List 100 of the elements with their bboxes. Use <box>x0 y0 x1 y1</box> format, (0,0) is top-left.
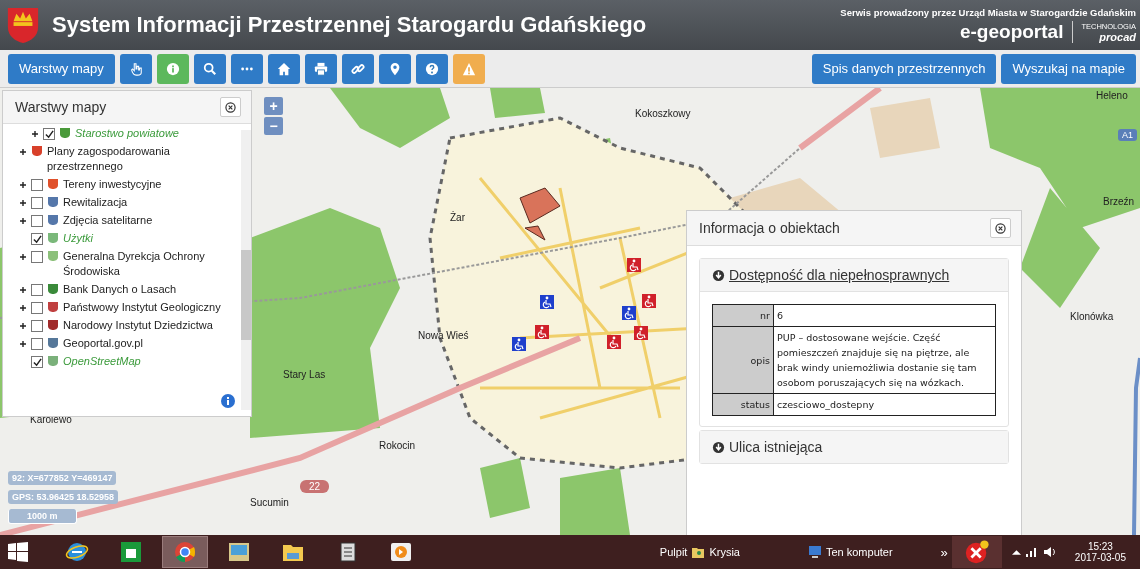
expand-icon[interactable] <box>19 148 27 156</box>
map-pin-button[interactable] <box>378 53 411 84</box>
place-label: Stary Las <box>283 369 326 380</box>
computer-icon <box>807 545 822 559</box>
expand-icon[interactable] <box>19 253 27 261</box>
layer-label[interactable]: OpenStreetMap <box>63 354 141 369</box>
printer-icon <box>313 61 328 76</box>
close-icon <box>995 222 1006 234</box>
wheelchair-marker-icon[interactable] <box>535 325 549 339</box>
place-label: Rokocin <box>379 440 416 451</box>
layer-icon <box>47 319 59 331</box>
wheelchair-marker-icon[interactable] <box>512 337 526 351</box>
layer-label[interactable]: Starostwo powiatowe <box>75 126 179 141</box>
expand-icon[interactable] <box>31 130 39 138</box>
search-button[interactable] <box>193 53 226 84</box>
expand-icon[interactable] <box>19 199 27 207</box>
layer-checkbox[interactable] <box>31 302 43 314</box>
alert-app-icon[interactable] <box>951 536 1002 568</box>
layer-label[interactable]: Narodowy Instytut Dziedzictwa <box>63 318 213 333</box>
hand-pointer-button[interactable] <box>119 53 152 84</box>
caret-up-icon[interactable] <box>1011 549 1021 555</box>
expand-icon[interactable] <box>19 181 27 189</box>
toolbar-label[interactable]: Ten komputer <box>825 546 893 558</box>
wheelchair-marker-icon[interactable] <box>627 258 641 272</box>
scrollbar[interactable] <box>241 130 251 410</box>
warning-icon <box>461 61 476 76</box>
place-label: Brzeźn <box>1103 196 1135 207</box>
panel-title: Warstwy mapy <box>15 99 107 115</box>
layer-checkbox[interactable] <box>31 215 43 227</box>
layer-checkbox[interactable] <box>43 128 55 140</box>
layer-checkbox[interactable] <box>31 179 43 191</box>
layer-checkbox[interactable] <box>31 197 43 209</box>
layer-label[interactable]: Użytki <box>63 231 93 246</box>
link-button[interactable] <box>341 53 374 84</box>
print-button[interactable] <box>304 53 337 84</box>
help-button[interactable] <box>415 53 448 84</box>
expand-icon[interactable] <box>19 217 27 225</box>
overflow-chevron[interactable]: » <box>940 544 948 560</box>
layer-checkbox[interactable] <box>31 251 43 263</box>
wheelchair-marker-icon[interactable] <box>540 295 554 309</box>
layer-checkbox[interactable] <box>31 233 43 245</box>
place-label: Heleno <box>1096 90 1128 101</box>
coordinates-readout: 92: X=677852 Y=469147 <box>8 471 117 485</box>
link-icon <box>350 61 365 76</box>
close-button[interactable] <box>220 97 241 117</box>
attribute-value: czesciowo_dostepny <box>773 393 996 416</box>
layer-label[interactable]: Zdjęcia satelitarne <box>63 213 153 228</box>
scale-bar: 1000 m <box>8 509 77 524</box>
place-label: Nowa Wieś <box>418 330 469 341</box>
layer-checkbox[interactable] <box>31 356 43 368</box>
place-label: Sucumin <box>250 497 289 508</box>
wheelchair-marker-icon[interactable] <box>607 335 621 349</box>
speaker-icon[interactable] <box>1042 545 1057 559</box>
expand-icon[interactable] <box>19 304 27 312</box>
toolbar-label[interactable]: Krysia <box>709 546 740 558</box>
close-icon <box>225 101 236 113</box>
layer-icon <box>47 214 59 226</box>
expand-icon[interactable] <box>19 340 27 348</box>
layer-label[interactable]: Państwowy Instytut Geologiczny <box>63 300 221 315</box>
layer-icon <box>47 355 59 367</box>
layer-label[interactable]: Geoportal.gov.pl <box>63 336 143 351</box>
layer-checkbox[interactable] <box>31 284 43 296</box>
layer-label[interactable]: Bank Danych o Lasach <box>63 282 177 297</box>
layers-button[interactable]: Warstwy mapy <box>8 53 115 84</box>
help-icon <box>424 61 439 76</box>
windows-start-icon[interactable] <box>8 542 28 562</box>
clock-date[interactable]: 2017-03-05 <box>1074 552 1126 563</box>
layer-checkbox[interactable] <box>31 320 43 332</box>
layer-label[interactable]: Tereny inwestycyjne <box>63 177 162 192</box>
data-catalog-button[interactable]: Spis danych przestrzennych <box>811 53 997 84</box>
layer-label[interactable]: Rewitalizacja <box>63 195 128 210</box>
clock-time[interactable]: 15:23 <box>1087 541 1113 552</box>
signal-icon[interactable] <box>1024 546 1039 558</box>
layer-label[interactable]: Generalna Dyrekcja Ochrony Środowiska <box>63 249 241 279</box>
section-title-link[interactable]: Ulica istniejąca <box>729 439 823 455</box>
place-label: Żar <box>450 212 465 223</box>
map-search-button[interactable]: Wyszukaj na mapie <box>1001 53 1136 84</box>
wheelchair-marker-icon[interactable] <box>634 326 648 340</box>
layer-checkbox[interactable] <box>31 338 43 350</box>
download-circle-icon <box>712 268 725 282</box>
hand-pointer-icon <box>128 61 143 76</box>
info-icon[interactable] <box>221 394 235 408</box>
expand-icon[interactable] <box>19 322 27 330</box>
layer-icon <box>47 232 59 244</box>
place-label: Klonówka <box>1070 311 1114 322</box>
wheelchair-marker-icon[interactable] <box>642 294 656 308</box>
chrome-icon[interactable] <box>162 536 208 568</box>
attribute-value: 6 <box>773 304 996 327</box>
toolbar-label[interactable]: Pulpit <box>659 546 688 558</box>
home-button[interactable] <box>267 53 300 84</box>
expand-icon[interactable] <box>19 286 27 294</box>
layer-icon <box>47 178 59 190</box>
attribute-name: status <box>712 393 774 416</box>
more-button[interactable] <box>230 53 263 84</box>
attribute-name: nr <box>712 304 774 327</box>
layer-icon <box>47 196 59 208</box>
close-button[interactable] <box>990 218 1011 238</box>
wheelchair-marker-icon[interactable] <box>622 306 636 320</box>
layer-label[interactable]: Plany zagospodarowania przestrzennego <box>47 144 241 174</box>
layer-icon <box>59 127 71 139</box>
